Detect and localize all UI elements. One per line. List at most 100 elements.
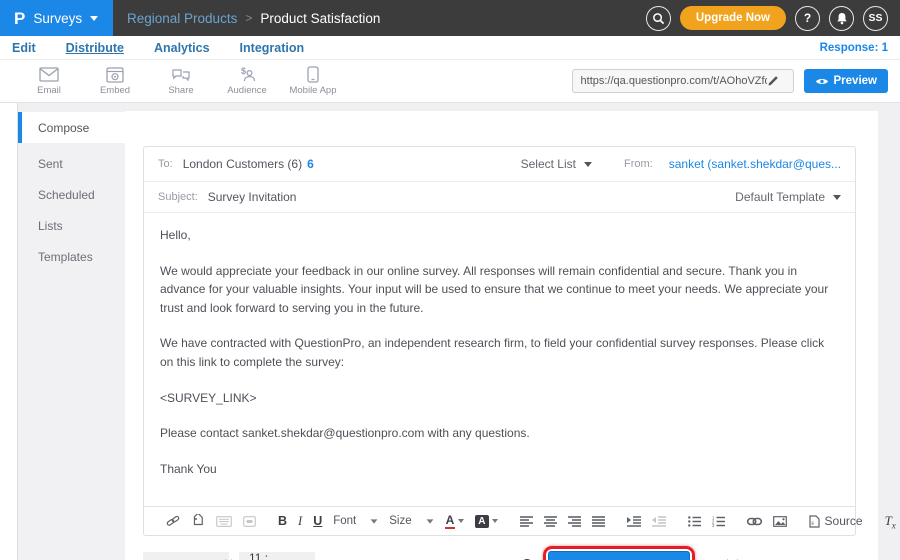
email-sidebar: Compose Sent Scheduled Lists Templates: [18, 112, 125, 560]
red-highlight-annotation: Schedule Invitation: [543, 546, 695, 560]
preview-label: Preview: [834, 75, 877, 87]
hyperlink-icon[interactable]: [747, 517, 762, 526]
align-justify-icon[interactable]: [592, 516, 605, 527]
distribute-channel-toolbar: Email Embed Share $ Audience Mobile App …: [0, 60, 900, 103]
schedule-invitation-button[interactable]: Schedule Invitation: [548, 551, 690, 560]
rich-text-toolbar: B I U Font Size A A: [144, 506, 855, 535]
preview-button[interactable]: Preview: [804, 69, 888, 93]
schedule-date-field[interactable]: 12/31/2019: [143, 552, 229, 560]
email-icon: [39, 67, 59, 83]
upgrade-now-button[interactable]: Upgrade Now: [680, 6, 786, 30]
select-list-label: Select List: [521, 157, 576, 171]
breadcrumb-parent-link[interactable]: Regional Products: [127, 11, 237, 26]
mobile-phone-icon: [307, 66, 319, 83]
chevron-down-icon: [833, 195, 841, 200]
bullet-list-icon[interactable]: [688, 516, 701, 527]
channel-label: Share: [168, 85, 193, 96]
from-label: From:: [624, 158, 653, 170]
top-navigation-bar: P Surveys Regional Products > Product Sa…: [0, 0, 900, 36]
question-mark-icon: ?: [804, 11, 811, 25]
insert-image-icon[interactable]: [773, 516, 787, 527]
bg-color-button[interactable]: A: [475, 515, 497, 528]
sidebar-item-templates[interactable]: Templates: [18, 241, 125, 272]
sidebar-item-compose[interactable]: Compose: [18, 112, 125, 143]
template-dropdown[interactable]: Default Template: [735, 190, 841, 204]
channel-embed[interactable]: Embed: [82, 67, 148, 96]
tab-analytics[interactable]: Analytics: [154, 41, 210, 55]
sidebar-item-label: Compose: [38, 121, 89, 135]
to-value[interactable]: London Customers (6): [183, 157, 302, 171]
channel-mobile-app[interactable]: Mobile App: [280, 66, 346, 96]
time-value: 11 : 45 PM: [249, 551, 284, 560]
button-insert-icon[interactable]: [243, 516, 256, 527]
italic-button[interactable]: I: [298, 514, 302, 529]
questionpro-logo-icon: P: [14, 10, 25, 27]
underline-button[interactable]: U: [313, 514, 322, 528]
bold-button[interactable]: B: [278, 514, 287, 528]
svg-text:ɕ: ɕ: [811, 520, 814, 526]
channel-label: Embed: [100, 85, 130, 96]
subject-input[interactable]: Survey Invitation: [208, 190, 297, 204]
notifications-button[interactable]: [829, 6, 854, 31]
channel-share[interactable]: Share: [148, 67, 214, 96]
survey-url: https://qa.questionpro.com/t/AOhoVZfqml: [581, 75, 767, 87]
channel-label: Audience: [227, 85, 267, 96]
schedule-controls: 12/31/2019 11 : 45 PM (GMT-07:00) Pacifi…: [143, 546, 878, 560]
align-center-icon[interactable]: [544, 516, 557, 527]
search-icon: [652, 12, 665, 25]
decrease-indent-icon[interactable]: [652, 516, 666, 527]
align-right-icon[interactable]: [568, 516, 581, 527]
product-name: Surveys: [33, 11, 82, 26]
subject-label: Subject:: [158, 191, 198, 203]
from-value[interactable]: sanket (sanket.shekdar@ques...: [669, 157, 841, 171]
avatar[interactable]: SS: [863, 6, 888, 31]
select-list-dropdown[interactable]: Select List: [521, 157, 592, 171]
sidebar-item-sent[interactable]: Sent: [18, 148, 125, 179]
size-label: Size: [389, 515, 411, 527]
edit-url-pencil-icon[interactable]: [767, 75, 779, 87]
search-button[interactable]: [646, 6, 671, 31]
email-body-editor[interactable]: Hello, We would appreciate your feedback…: [144, 213, 855, 506]
chevron-down-icon: [458, 519, 464, 523]
email-compose-card: To: London Customers (6) 6 Select List F…: [143, 146, 856, 536]
channel-audience[interactable]: $ Audience: [214, 66, 280, 96]
sidebar-item-label: Scheduled: [38, 188, 95, 202]
sidebar-item-lists[interactable]: Lists: [18, 210, 125, 241]
remove-format-button[interactable]: Tx: [885, 513, 896, 531]
breadcrumb-separator: >: [245, 11, 252, 25]
channel-label: Email: [37, 85, 61, 96]
svg-text:3: 3: [712, 523, 715, 527]
numbered-list-icon[interactable]: 123: [712, 516, 725, 527]
body-paragraph: Hello,: [160, 226, 839, 245]
font-dropdown[interactable]: Font: [333, 515, 378, 527]
body-paragraph: We would appreciate your feedback in our…: [160, 262, 839, 318]
tab-integration[interactable]: Integration: [240, 41, 305, 55]
keyboard-icon[interactable]: [216, 516, 232, 527]
response-count[interactable]: Response: 1: [820, 42, 888, 54]
sidebar-item-label: Templates: [38, 250, 93, 264]
merge-tag-icon[interactable]: [191, 514, 205, 528]
schedule-time-field[interactable]: 11 : 45 PM: [239, 552, 315, 560]
breadcrumb: Regional Products > Product Satisfaction: [127, 11, 380, 26]
survey-url-field[interactable]: https://qa.questionpro.com/t/AOhoVZfqml: [572, 69, 794, 93]
size-dropdown[interactable]: Size: [389, 515, 433, 527]
help-button[interactable]: ?: [795, 6, 820, 31]
text-color-button[interactable]: A: [445, 514, 465, 529]
subject-row: Subject: Survey Invitation Default Templ…: [144, 182, 855, 213]
template-label: Default Template: [735, 190, 825, 204]
channel-email[interactable]: Email: [16, 67, 82, 96]
remove-format-label: T: [885, 513, 892, 528]
sidebar-item-label: Lists: [38, 219, 63, 233]
insert-link-icon[interactable]: [166, 514, 180, 528]
tab-edit[interactable]: Edit: [12, 41, 36, 55]
recipient-count[interactable]: 6: [307, 157, 314, 171]
align-left-icon[interactable]: [520, 516, 533, 527]
source-button[interactable]: ɕ Source: [809, 514, 863, 528]
sidebar-item-scheduled[interactable]: Scheduled: [18, 179, 125, 210]
increase-indent-icon[interactable]: [627, 516, 641, 527]
chevron-down-icon: [584, 162, 592, 167]
embed-icon: [106, 67, 124, 83]
tab-distribute[interactable]: Distribute: [66, 41, 124, 55]
text-color-label: A: [445, 514, 456, 529]
product-switcher[interactable]: P Surveys: [0, 0, 113, 36]
